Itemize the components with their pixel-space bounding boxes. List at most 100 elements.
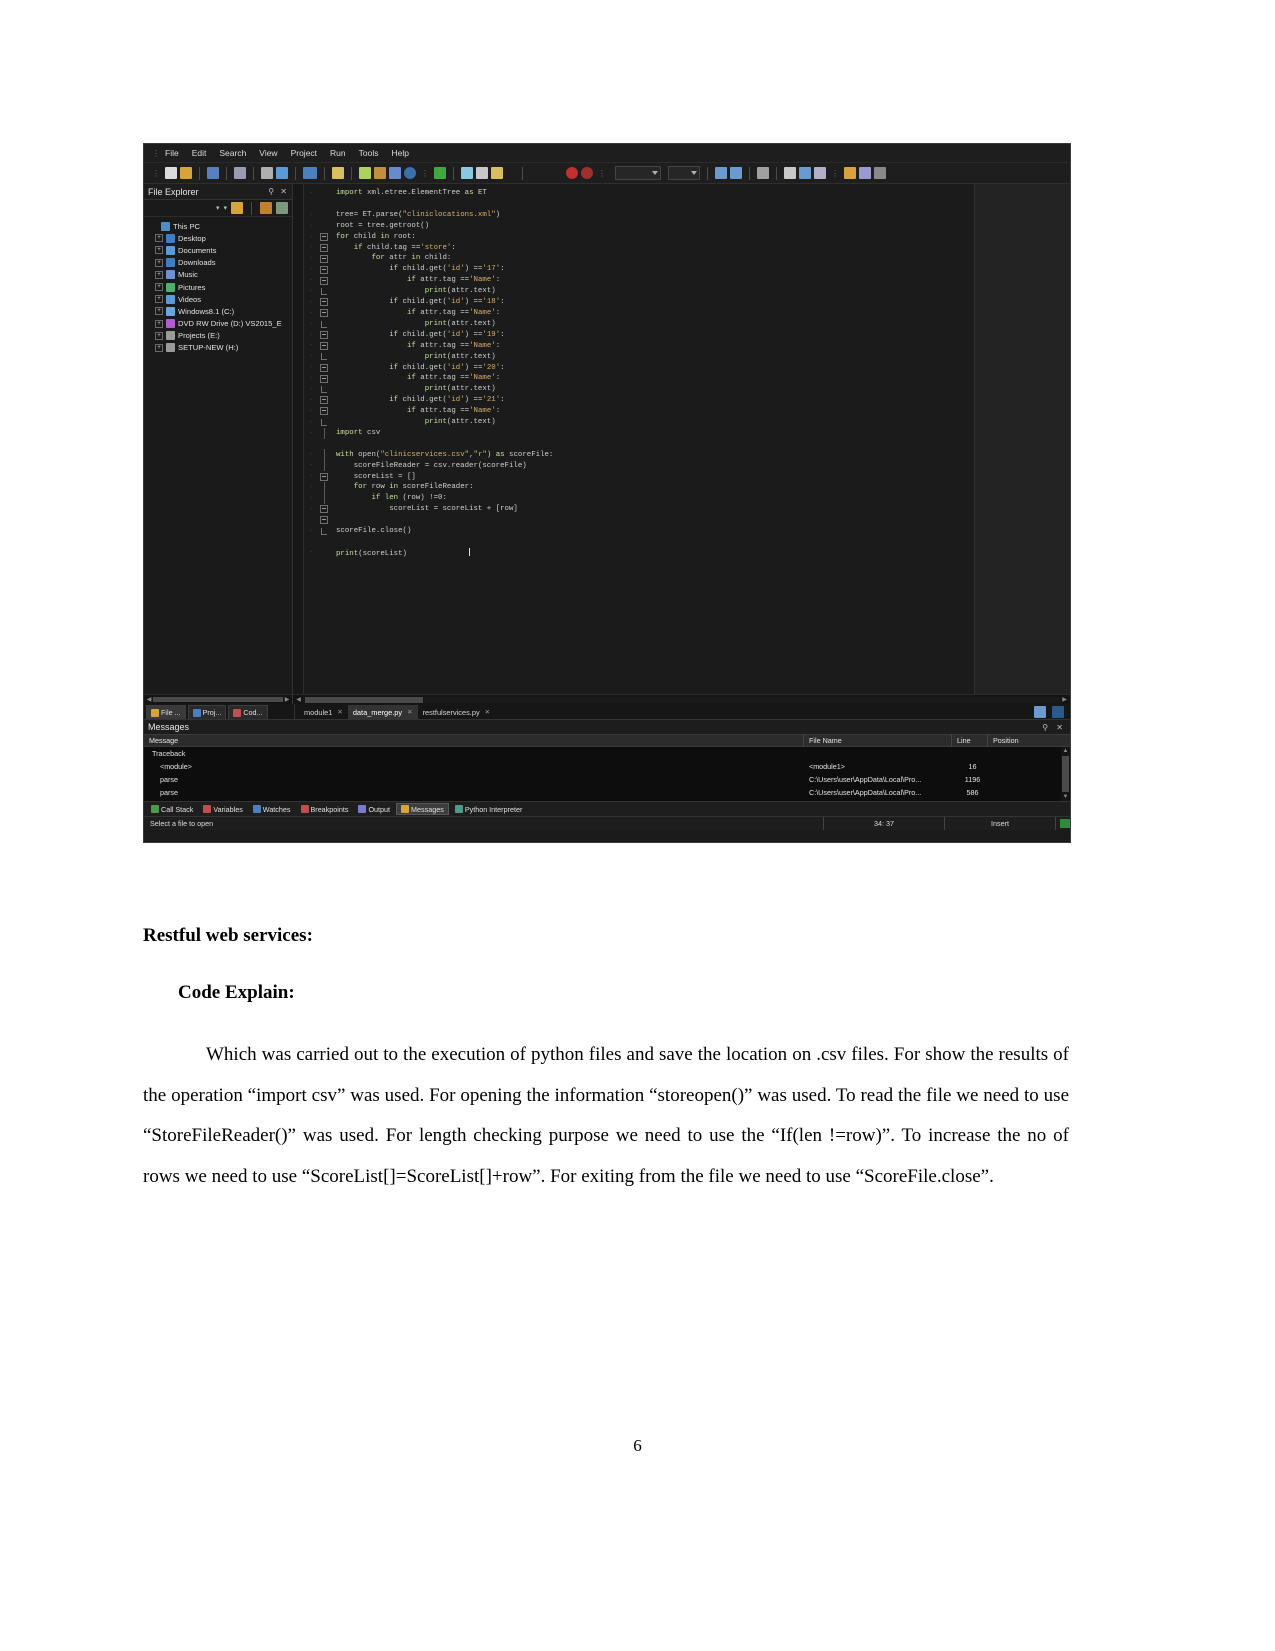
split-view-icon[interactable] xyxy=(1034,706,1046,718)
fold-marker[interactable] xyxy=(318,199,330,210)
scroll-thumb[interactable] xyxy=(305,696,423,703)
menu-item-run[interactable]: Run xyxy=(330,148,346,158)
menu-item-search[interactable]: Search xyxy=(219,148,246,158)
tree-item[interactable]: + DVD RW Drive (D:) VS2015_E xyxy=(148,318,292,330)
window-icon[interactable] xyxy=(389,167,401,179)
line-change-marker[interactable]: · xyxy=(304,373,318,384)
scroll-left-icon[interactable]: ◀ xyxy=(294,696,303,703)
debug-run-icon[interactable] xyxy=(461,167,473,179)
close-icon[interactable]: ✕ xyxy=(1056,723,1066,732)
dock-tab[interactable]: File ... xyxy=(146,705,186,719)
fold-marker[interactable] xyxy=(318,210,330,221)
scroll-left-icon[interactable]: ◀ xyxy=(145,696,153,703)
open-folder-icon[interactable] xyxy=(231,202,243,214)
expand-icon[interactable]: + xyxy=(155,246,163,255)
message-row[interactable]: <module> <module1> 16 xyxy=(144,760,1070,773)
new-file-icon[interactable] xyxy=(165,167,177,179)
line-change-marker[interactable]: · xyxy=(304,547,318,558)
fold-marker[interactable] xyxy=(318,253,330,264)
file-explorer-hscrollbar[interactable]: ◀ ▶ xyxy=(144,694,292,704)
scroll-right-icon[interactable]: ▶ xyxy=(1060,696,1069,703)
fold-marker[interactable] xyxy=(318,373,330,384)
indent-icon[interactable] xyxy=(715,167,727,179)
messages-header-buttons[interactable]: ⚲ ✕ xyxy=(1042,723,1066,732)
expand-icon[interactable]: + xyxy=(155,307,163,316)
fold-marker[interactable] xyxy=(318,526,330,537)
copy-icon[interactable] xyxy=(276,167,288,179)
fold-marker[interactable] xyxy=(318,406,330,417)
expand-icon[interactable]: + xyxy=(155,258,163,267)
fold-marker[interactable] xyxy=(318,417,330,428)
column-header-position[interactable]: Position xyxy=(988,735,1038,746)
line-change-marker[interactable]: · xyxy=(304,482,318,493)
toolbar-grip[interactable]: ⋮ xyxy=(152,169,160,178)
menu-item-help[interactable]: Help xyxy=(391,148,408,158)
line-change-marker[interactable]: · xyxy=(304,286,318,297)
find-icon[interactable] xyxy=(332,167,344,179)
menu-item-tools[interactable]: Tools xyxy=(359,148,379,158)
editor-tab[interactable]: data_merge.py ✕ xyxy=(347,705,418,719)
line-change-marker[interactable]: · xyxy=(304,449,318,460)
save-icon[interactable] xyxy=(207,167,219,179)
breakpoint-icon[interactable] xyxy=(566,167,578,179)
fold-marker[interactable] xyxy=(318,471,330,482)
column-header-message[interactable]: Message xyxy=(144,735,804,746)
info-icon[interactable] xyxy=(404,167,416,179)
fold-marker[interactable] xyxy=(318,286,330,297)
tree-item[interactable]: + Downloads xyxy=(148,257,292,269)
message-row[interactable]: parse C:\Users\user\AppData\Local\Pro... 5… xyxy=(144,786,1070,799)
fold-marker[interactable] xyxy=(318,460,330,472)
fold-marker[interactable] xyxy=(318,537,330,548)
step-over-icon[interactable] xyxy=(476,167,488,179)
scroll-right-icon[interactable]: ▶ xyxy=(283,696,291,703)
fold-marker[interactable] xyxy=(318,242,330,253)
editor-tab[interactable]: restfulservices.py ✕ xyxy=(418,705,496,719)
scroll-thumb[interactable] xyxy=(1062,756,1069,792)
tree-item[interactable]: + Videos xyxy=(148,293,292,305)
line-change-marker[interactable]: · xyxy=(304,417,318,428)
scroll-track[interactable] xyxy=(303,696,1060,703)
line-change-marker[interactable]: · xyxy=(304,297,318,308)
line-change-marker[interactable]: · xyxy=(304,526,318,537)
undo-icon[interactable] xyxy=(303,167,317,179)
line-change-marker[interactable]: · xyxy=(304,340,318,351)
tree-item[interactable]: + Music xyxy=(148,269,292,281)
fold-marker[interactable] xyxy=(318,319,330,330)
fold-marker[interactable] xyxy=(318,449,330,461)
comment-icon[interactable] xyxy=(757,167,769,179)
fold-marker[interactable] xyxy=(318,384,330,395)
cut-icon[interactable] xyxy=(261,167,273,179)
fold-marker[interactable] xyxy=(318,221,330,232)
step-into-icon[interactable] xyxy=(491,167,503,179)
editor-tabstrip-buttons[interactable] xyxy=(1034,706,1064,718)
messages-vscrollbar[interactable]: ▲ ▼ xyxy=(1061,747,1070,801)
fold-marker[interactable] xyxy=(318,492,330,504)
stop-icon[interactable] xyxy=(581,167,593,179)
bottom-tab[interactable]: Python Interpreter xyxy=(451,803,527,815)
fold-marker[interactable] xyxy=(318,362,330,373)
line-change-marker[interactable]: · xyxy=(304,221,318,232)
line-change-marker[interactable] xyxy=(304,438,318,449)
line-change-marker[interactable]: · xyxy=(304,330,318,341)
tree-item[interactable]: + Projects (E:) xyxy=(148,330,292,342)
chevron-down-icon[interactable]: ▾ xyxy=(216,204,220,212)
menu-item-file[interactable]: File xyxy=(165,148,179,158)
messages-list[interactable]: Traceback <module> <module1> 16 parse C:\User… xyxy=(144,747,1070,801)
expand-icon[interactable]: + xyxy=(155,331,163,340)
code-editor-body[interactable]: · · · · · · · · · · · · · · · · · · · · · · · · · · · · · · import xm… xyxy=(293,184,1070,694)
tree-item[interactable]: + Documents xyxy=(148,244,292,256)
fold-marker[interactable] xyxy=(318,308,330,319)
run-icon[interactable] xyxy=(434,167,446,179)
tree-item[interactable]: + Pictures xyxy=(148,281,292,293)
member-dropdown[interactable] xyxy=(668,166,700,180)
line-change-marker[interactable]: · xyxy=(304,428,318,439)
dock-tab[interactable]: Cod... xyxy=(228,705,268,719)
format-icon[interactable] xyxy=(814,167,826,179)
line-change-marker[interactable]: · xyxy=(304,384,318,395)
dock-tab[interactable]: Proj... xyxy=(187,705,227,719)
outdent-icon[interactable] xyxy=(730,167,742,179)
fold-marker[interactable] xyxy=(318,438,330,449)
fold-marker[interactable] xyxy=(318,427,330,439)
close-tab-icon[interactable]: ✕ xyxy=(337,708,342,716)
file-explorer-tree[interactable]: This PC + Desktop + Documents + Downloads + Musi… xyxy=(144,217,292,694)
